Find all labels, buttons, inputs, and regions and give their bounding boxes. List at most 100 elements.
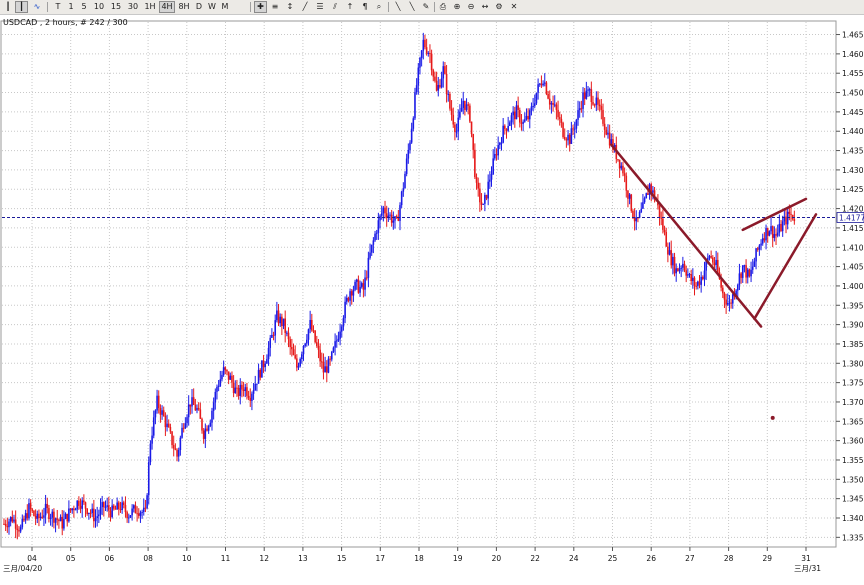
candle-body: [573, 128, 576, 130]
candle-body: [41, 516, 44, 518]
candle-body: [311, 320, 313, 331]
timeframe-4h[interactable]: 4H: [159, 1, 175, 13]
candle-body: [21, 518, 24, 528]
candle-body: [11, 517, 14, 522]
vertical-line-icon[interactable]: ↕: [284, 1, 296, 13]
horizontal-line-icon[interactable]: ≡: [269, 1, 281, 13]
candle-body: [347, 297, 350, 301]
close-icon[interactable]: ✕: [508, 1, 520, 13]
pen-icon[interactable]: ✎: [420, 1, 432, 13]
candle-body: [716, 259, 719, 273]
candle-body: [211, 410, 213, 423]
timeframe-1h[interactable]: 1H: [142, 1, 158, 13]
candle-body: [261, 360, 263, 378]
candle-body: [214, 391, 217, 403]
candle-body: [99, 507, 102, 515]
candle-body: [354, 281, 356, 290]
candle-body: [455, 131, 458, 133]
candle-body: [715, 259, 717, 266]
eraser-icon[interactable]: ╲: [406, 1, 418, 13]
channel-icon[interactable]: ⫽: [329, 1, 341, 13]
candle-body: [587, 89, 589, 91]
crosshair-icon[interactable]: ✚: [254, 1, 267, 13]
timeframe-5[interactable]: 5: [78, 1, 90, 13]
timeframe-30[interactable]: 30: [125, 1, 141, 13]
zoom-out-icon[interactable]: ⊖: [465, 1, 477, 13]
trendline-icon[interactable]: ╱: [299, 1, 311, 13]
candle-body: [29, 503, 32, 510]
candle-body: [588, 89, 591, 91]
y-tick-label: 1.3350: [842, 533, 864, 542]
candle-body: [137, 513, 140, 516]
candle-body: [152, 417, 155, 436]
text-label-icon[interactable]: ¶: [359, 1, 371, 13]
timeframe-m[interactable]: M: [219, 1, 231, 13]
x-tick-label: 05: [66, 554, 76, 563]
candle-body: [359, 286, 361, 293]
candle-body: [389, 214, 391, 216]
candle-body: [775, 233, 777, 236]
candle-body: [252, 390, 255, 394]
candle-body: [500, 142, 503, 144]
candle-body: [467, 104, 470, 106]
candle-body: [470, 121, 473, 134]
candle-body: [697, 281, 699, 287]
candle-body: [677, 268, 679, 272]
candle-body: [332, 347, 335, 352]
candle-body: [164, 415, 167, 428]
candle-body: [19, 527, 22, 532]
candle-body: [489, 179, 491, 182]
timeframe-d[interactable]: D: [193, 1, 205, 13]
draw-tool-icon[interactable]: ╲: [392, 1, 404, 13]
timeframe-15[interactable]: 15: [108, 1, 124, 13]
candle-body: [109, 510, 112, 518]
candlestick-chart-icon[interactable]: ┃: [15, 1, 28, 13]
candle-body: [414, 92, 416, 119]
y-tick-label: 1.4050: [842, 263, 864, 272]
candle-body: [344, 301, 346, 319]
price-chart[interactable]: 1.4177 1.46501.46001.45501.45001.44501.4…: [0, 15, 864, 581]
candle-body: [788, 211, 791, 214]
candle-body: [43, 515, 45, 518]
timeframe-t[interactable]: T: [52, 1, 64, 13]
timeframe-1[interactable]: 1: [65, 1, 77, 13]
zoom-in-icon[interactable]: ⊕: [451, 1, 463, 13]
candle-body: [462, 100, 465, 108]
candle-body: [672, 256, 674, 266]
candle-body: [647, 193, 649, 195]
candle-body: [3, 523, 5, 525]
print-icon[interactable]: ⎙: [437, 1, 449, 13]
candle-body: [758, 245, 761, 250]
candle-body: [765, 227, 767, 241]
candle-body: [472, 133, 475, 150]
candle-body: [327, 358, 330, 373]
bar-chart-icon[interactable]: ┃: [2, 1, 14, 13]
current-price-label: 1.4177: [839, 213, 864, 222]
candle-body: [118, 502, 120, 510]
candle-body: [93, 508, 95, 522]
timeframe-10[interactable]: 10: [91, 1, 107, 13]
arrow-up-icon[interactable]: ↑: [344, 1, 356, 13]
candle-body: [572, 128, 574, 130]
candle-body: [58, 519, 60, 522]
toolbar-separator: [388, 2, 389, 12]
line-chart-icon[interactable]: ∿: [30, 1, 44, 13]
candle-body: [652, 190, 654, 193]
candle-body: [741, 265, 744, 278]
fibonacci-icon[interactable]: ☰: [314, 1, 326, 13]
candle-body: [750, 269, 752, 277]
candle-body: [241, 384, 243, 390]
settings-icon[interactable]: ⚙: [493, 1, 505, 13]
zoom-icon[interactable]: ⌕: [373, 1, 385, 13]
fit-icon[interactable]: ↔: [479, 1, 491, 13]
candle-body: [299, 359, 301, 367]
timeframe-8h[interactable]: 8H: [176, 1, 192, 13]
candle-body: [227, 371, 230, 380]
candle-body: [577, 110, 579, 120]
y-tick-label: 1.3650: [842, 417, 864, 426]
candle-body: [335, 340, 338, 342]
timeframe-w[interactable]: W: [206, 1, 218, 13]
x-start-label: 三月/04/20: [3, 564, 42, 573]
candle-body: [590, 89, 593, 102]
candle-body: [760, 243, 762, 246]
